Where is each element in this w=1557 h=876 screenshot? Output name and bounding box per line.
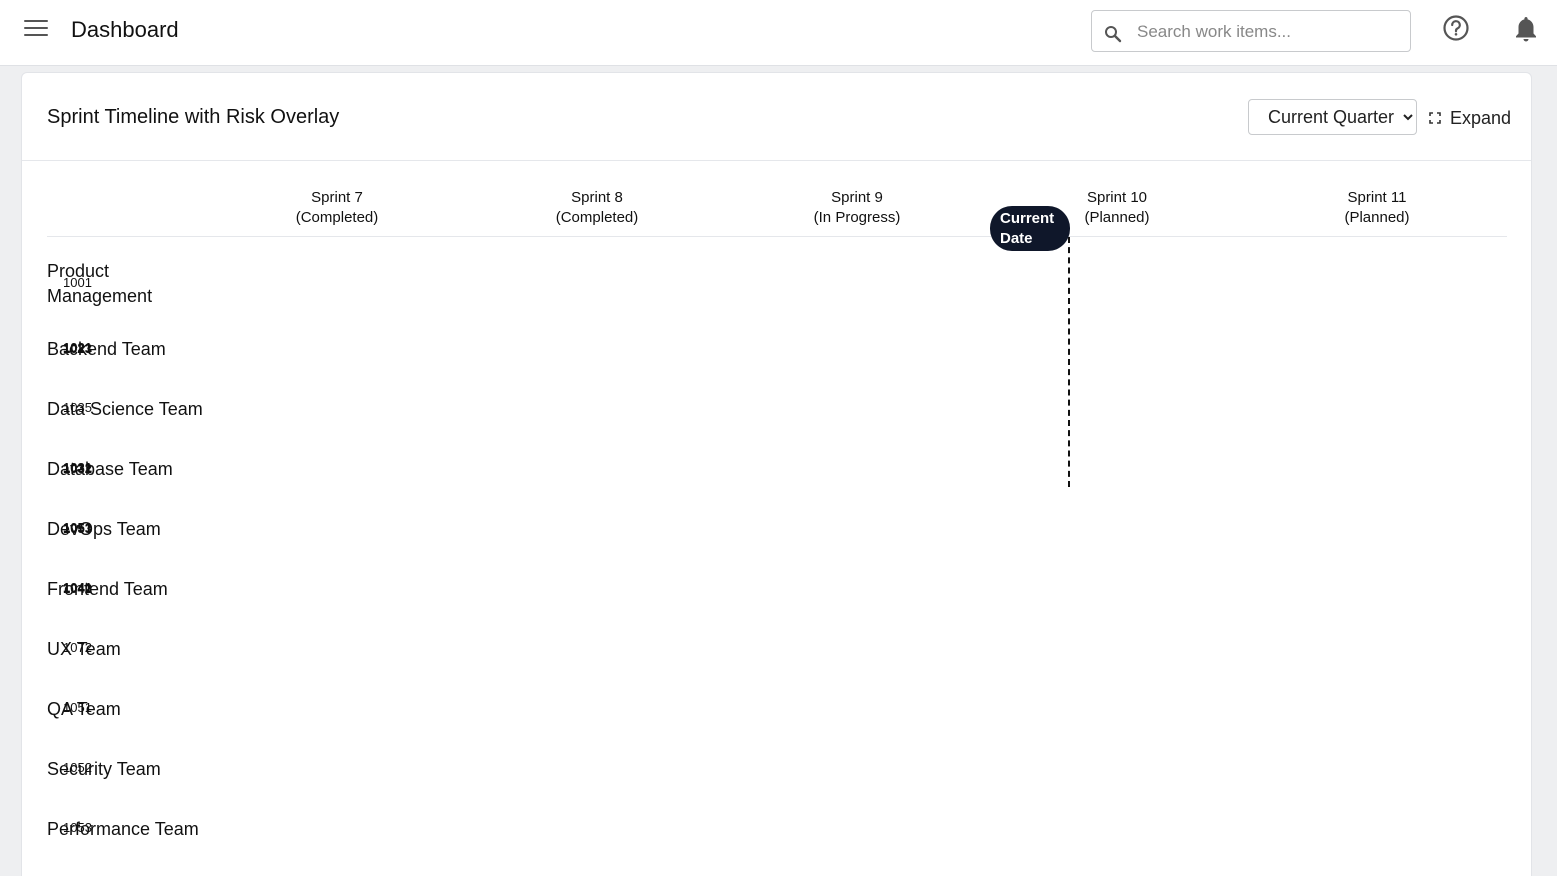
period-select[interactable]: Current Quarter — [1248, 99, 1417, 135]
page-title: Dashboard — [71, 17, 179, 42]
work-item-id[interactable]: 1052 — [63, 760, 92, 775]
team-row: UX Team 1072 — [47, 637, 1507, 697]
team-row: Product Management 1001 — [47, 259, 1507, 319]
menu-icon[interactable] — [24, 19, 48, 37]
work-item-id[interactable]: 1032 — [63, 461, 92, 476]
sprint-header-row: Sprint 7 (Completed) Sprint 8 (Completed… — [47, 161, 1507, 237]
sprint-name: Sprint 8 — [571, 189, 623, 206]
work-item-id[interactable]: 1001 — [63, 275, 92, 290]
search-input[interactable] — [1137, 19, 1397, 45]
team-row: QA Team 1051 — [47, 697, 1507, 757]
search-box[interactable] — [1091, 10, 1411, 52]
sprint-column-header: Sprint 7 (Completed) — [207, 188, 467, 228]
work-item-id[interactable]: 1053 — [63, 820, 92, 835]
sprint-status: (Completed) — [555, 209, 639, 226]
work-item-id[interactable]: 1053 — [63, 521, 92, 536]
work-item-id[interactable]: 1042 — [63, 581, 92, 596]
card-header: Sprint Timeline with Risk Overlay Curren… — [22, 73, 1531, 161]
sprint-name: Sprint 10 — [1086, 189, 1148, 206]
team-row: Backend Team 1021 1023 — [47, 337, 1507, 397]
sprint-name: Sprint 9 — [831, 189, 883, 206]
expand-button[interactable]: Expand — [1428, 106, 1511, 130]
work-item-id[interactable]: 1051 — [63, 700, 92, 715]
current-date-label: Date — [1000, 230, 1033, 247]
current-date-badge: Current Date — [990, 206, 1070, 251]
work-item-id[interactable]: 1072 — [63, 640, 92, 655]
current-date-line — [1068, 237, 1070, 487]
sprint-column-header: Sprint 8 (Completed) — [467, 188, 727, 228]
team-row: Frontend Team 1041 1042 — [47, 577, 1507, 637]
sprint-timeline-card: Sprint Timeline with Risk Overlay Curren… — [21, 72, 1532, 876]
team-row: Performance Team 1053 — [47, 817, 1507, 876]
team-row: Security Team 1052 — [47, 757, 1507, 817]
expand-icon — [1429, 112, 1441, 124]
bell-icon[interactable] — [1513, 15, 1539, 43]
card-title: Sprint Timeline with Risk Overlay — [47, 106, 340, 128]
work-item-id[interactable]: 1035 — [63, 400, 92, 415]
help-icon[interactable] — [1442, 14, 1470, 42]
expand-label: Expand — [1450, 107, 1512, 128]
current-date-label: Current — [1000, 210, 1055, 227]
team-row: DevOps Team 1051 1053 — [47, 517, 1507, 577]
sprint-name: Sprint 7 — [311, 189, 363, 206]
sprint-status: (In Progress) — [813, 209, 901, 226]
team-row: Database Team 1031 1032 — [47, 457, 1507, 517]
sprint-column-header: Sprint 11 (Planned) — [1247, 188, 1507, 228]
top-bar: Dashboard — [0, 0, 1557, 66]
sprint-column-header: Sprint 9 (In Progress) — [727, 188, 987, 228]
sprint-status: (Completed) — [295, 209, 379, 226]
work-item-id[interactable]: 1023 — [63, 341, 92, 356]
search-icon — [1105, 26, 1122, 43]
sprint-name: Sprint 11 — [1347, 189, 1407, 206]
team-row: Data Science Team 1035 — [47, 397, 1507, 457]
sprint-status: (Planned) — [1344, 209, 1410, 226]
